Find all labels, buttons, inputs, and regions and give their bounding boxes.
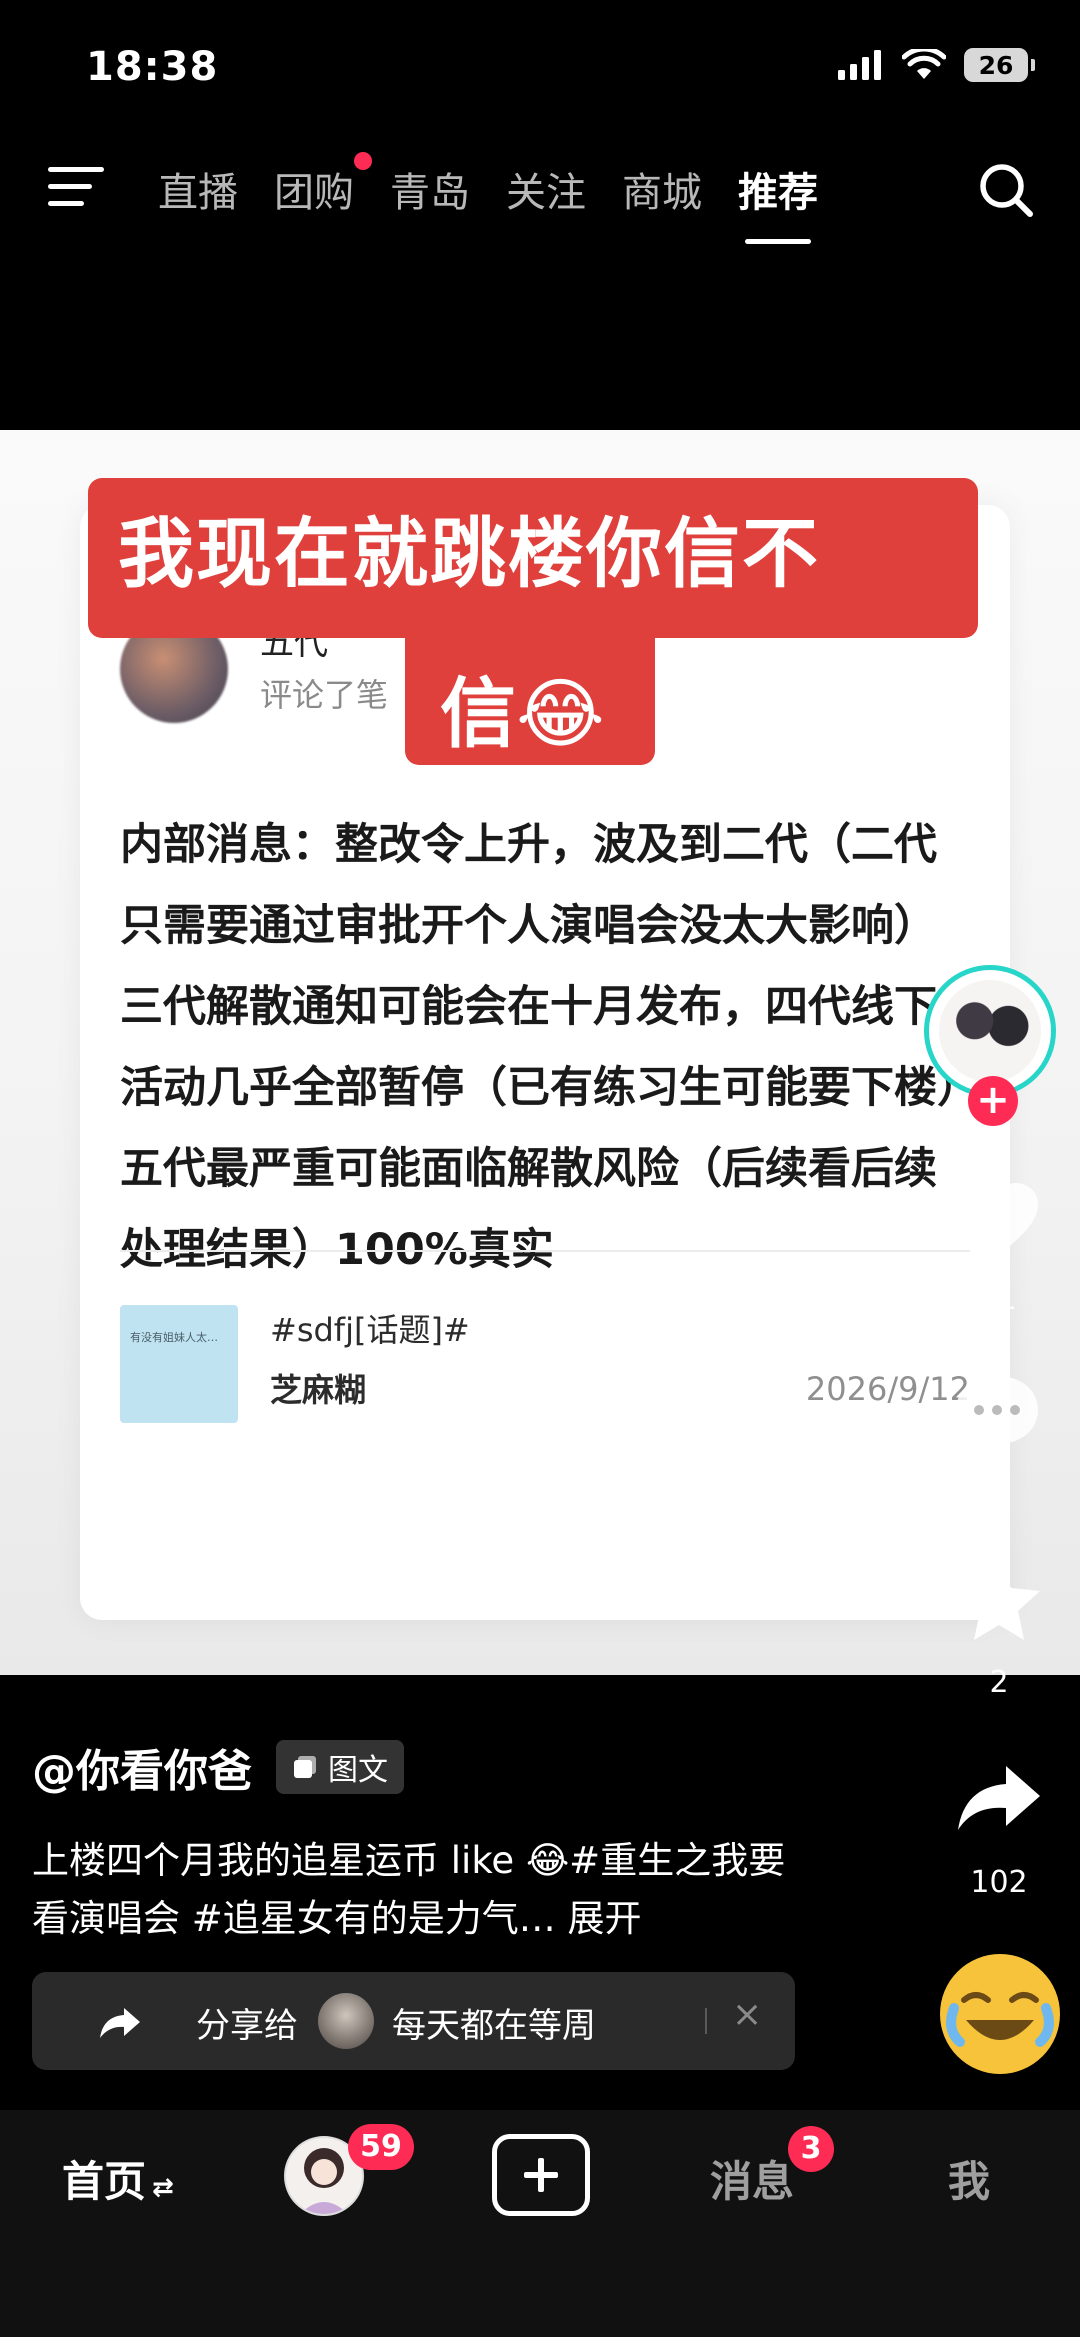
tab-recommend[interactable]: 推荐 [720, 160, 836, 244]
search-icon[interactable] [976, 160, 1036, 220]
music-disc-icon[interactable] [936, 1950, 1064, 2078]
note-thumbnail: 有没有姐妹人太… [120, 1305, 238, 1423]
post-image[interactable]: 五代 评论了笔 内部消息：整改令上升，波及到二代（二代只需要通过审批开个人演唱会… [0, 430, 1080, 1675]
bottom-tab-home[interactable]: 首页 ⇄ [62, 2148, 174, 2209]
like-count: 31 [978, 1282, 1018, 1317]
note-author: 芝麻糊 [270, 1371, 367, 1409]
tab-group-buy-label: 团购 [274, 170, 354, 216]
creator-photo [939, 980, 1041, 1082]
commenter-subtitle: 评论了笔 [260, 676, 389, 714]
tab-mall[interactable]: 商城 [604, 160, 720, 218]
card-divider [120, 1250, 970, 1252]
create-button[interactable] [492, 2134, 590, 2216]
share-target-avatar [318, 1993, 374, 2049]
messages-badge: 3 [788, 2126, 834, 2172]
tab-live[interactable]: 直播 [140, 160, 256, 218]
share-count: 102 [970, 1865, 1028, 1900]
heart-icon[interactable] [950, 1180, 1042, 1262]
menu-icon[interactable] [48, 165, 104, 209]
comment-count: 4 [988, 1476, 1008, 1511]
tab-local[interactable]: 青岛 [372, 160, 488, 218]
share-target-name: 每天都在等周 [392, 2006, 596, 2046]
share-icon[interactable] [954, 1762, 1044, 1834]
comment-body: 内部消息：整改令上升，波及到二代（二代只需要通过审批开个人演唱会没太大影响）三代… [120, 820, 959, 1275]
comment-icon[interactable] [952, 1372, 1042, 1454]
share-label: 分享给 [196, 2006, 298, 2046]
headline-text-line2: 信😂 [440, 669, 605, 758]
battery-indicator: 26 [964, 48, 1035, 82]
top-tabs: 直播 团购 青岛 关注 商城 推荐 [140, 152, 836, 244]
status-icons: 26 [838, 48, 1035, 82]
signal-icon [838, 50, 881, 80]
note-date: 2026/9/12 [805, 1370, 970, 1408]
author-name[interactable]: @你看你爸 [32, 1735, 252, 1799]
status-time: 18:38 [86, 44, 219, 90]
image-text-icon [294, 1756, 316, 1778]
headline-text-line1: 我现在就跳楼你信不 [118, 509, 820, 598]
share-separator [705, 2008, 707, 2034]
friends-badge: 59 [348, 2124, 414, 2170]
follow-button[interactable]: + [968, 1076, 1018, 1126]
star-icon[interactable] [954, 1558, 1044, 1644]
tab-following[interactable]: 关注 [488, 160, 604, 218]
caption-text[interactable]: 上楼四个月我的追星运币 like 😂#重生之我要看演唱会 #追星女有的是力气… … [32, 1832, 812, 1948]
switch-icon: ⇄ [152, 2173, 174, 2203]
type-badge: 图文 [276, 1740, 404, 1794]
bottom-tab-me[interactable]: 我 [948, 2148, 990, 2209]
bottom-tab-messages[interactable]: 消息 [710, 2148, 794, 2209]
notification-dot [354, 152, 372, 170]
share-arrow-icon [100, 2008, 140, 2038]
tab-group-buy[interactable]: 团购 [256, 152, 372, 218]
type-badge-label: 图文 [328, 1753, 388, 1788]
favorite-count: 2 [989, 1665, 1009, 1700]
home-label: 首页 [62, 2157, 147, 2206]
share-close-button[interactable]: × [732, 1994, 762, 2035]
note-tag: #sdfj[话题]# [270, 1311, 470, 1349]
wifi-icon [902, 49, 946, 79]
